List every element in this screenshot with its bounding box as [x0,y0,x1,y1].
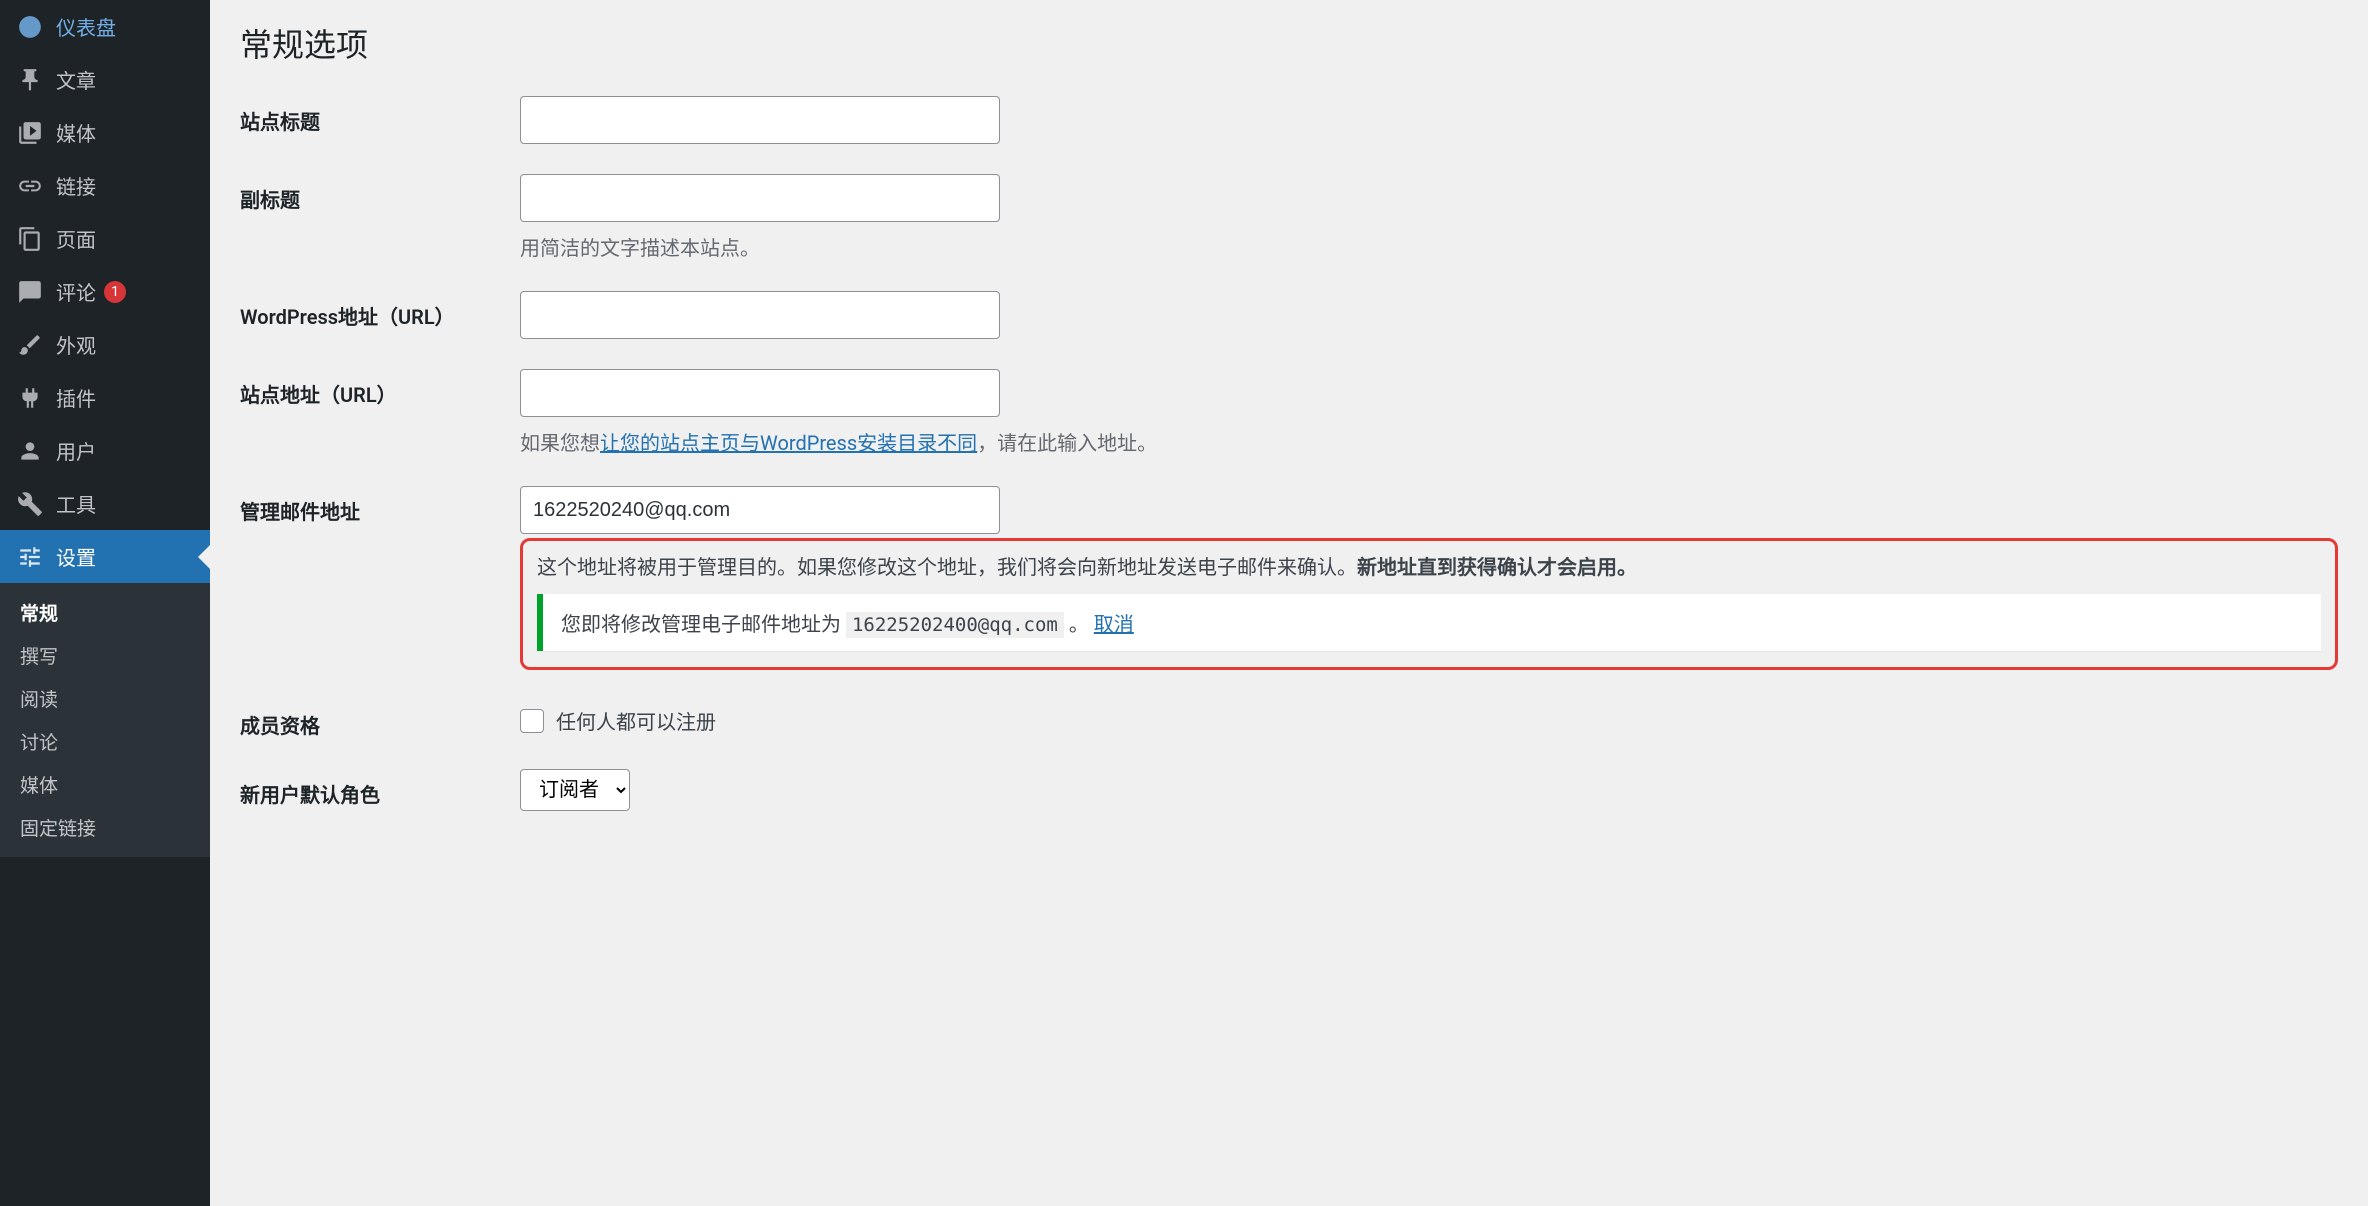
submenu-permalinks[interactable]: 固定链接 [0,806,210,849]
comment-icon [16,278,44,306]
admin-email-label: 管理邮件地址 [240,486,520,525]
settings-submenu: 常规 撰写 阅读 讨论 媒体 固定链接 [0,583,210,857]
submenu-discussion[interactable]: 讨论 [0,720,210,763]
site-title-label: 站点标题 [240,96,520,135]
sidebar-item-label: 媒体 [56,118,96,147]
admin-sidebar: 仪表盘 文章 媒体 链接 页面 评论 1 外观 [0,0,210,1206]
page-icon [16,225,44,253]
sidebar-item-dashboard[interactable]: 仪表盘 [0,0,210,53]
comment-count-badge: 1 [104,281,126,303]
sidebar-item-label: 外观 [56,330,96,359]
sidebar-item-comments[interactable]: 评论 1 [0,265,210,318]
sidebar-item-links[interactable]: 链接 [0,159,210,212]
sidebar-item-plugins[interactable]: 插件 [0,371,210,424]
sidebar-item-settings[interactable]: 设置 [0,530,210,583]
membership-checkbox[interactable] [520,709,544,733]
default-role-select[interactable]: 订阅者 [520,769,630,811]
site-url-input[interactable] [520,369,1000,417]
submenu-reading[interactable]: 阅读 [0,677,210,720]
brush-icon [16,331,44,359]
pending-email-code: 16225202400@qq.com [846,612,1064,638]
sidebar-item-tools[interactable]: 工具 [0,477,210,530]
dashboard-icon [16,13,44,41]
sidebar-item-label: 仪表盘 [56,12,116,41]
membership-checkbox-label: 任何人都可以注册 [556,706,716,735]
link-icon [16,172,44,200]
membership-checkbox-wrap[interactable]: 任何人都可以注册 [520,700,2338,735]
site-url-label: 站点地址（URL） [240,369,520,408]
admin-email-help: 这个地址将被用于管理目的。如果您修改这个地址，我们将会向新地址发送电子邮件来确认… [537,551,2321,580]
sidebar-item-media[interactable]: 媒体 [0,106,210,159]
cancel-email-change-link[interactable]: 取消 [1094,612,1134,636]
main-content: 常规选项 站点标题 副标题 用简洁的文字描述本站点。 WordPress地址（U… [210,0,2368,1206]
tagline-description: 用简洁的文字描述本站点。 [520,232,2338,261]
wp-url-label: WordPress地址（URL） [240,291,520,330]
sidebar-item-label: 设置 [56,542,96,571]
admin-email-input[interactable] [520,486,1000,534]
sidebar-item-label: 评论 [56,277,96,306]
settings-icon [16,543,44,571]
tagline-input[interactable] [520,174,1000,222]
submenu-media[interactable]: 媒体 [0,763,210,806]
submenu-writing[interactable]: 撰写 [0,634,210,677]
sidebar-item-label: 工具 [56,489,96,518]
sidebar-item-label: 用户 [56,436,96,465]
plug-icon [16,384,44,412]
sidebar-item-appearance[interactable]: 外观 [0,318,210,371]
admin-email-highlight: 这个地址将被用于管理目的。如果您修改这个地址，我们将会向新地址发送电子邮件来确认… [520,538,2338,670]
wrench-icon [16,490,44,518]
sidebar-item-label: 页面 [56,224,96,253]
wp-url-input[interactable] [520,291,1000,339]
membership-label: 成员资格 [240,700,520,739]
sidebar-item-users[interactable]: 用户 [0,424,210,477]
sidebar-item-label: 链接 [56,171,96,200]
sidebar-item-pages[interactable]: 页面 [0,212,210,265]
page-title: 常规选项 [240,20,2338,66]
site-title-input[interactable] [520,96,1000,144]
sidebar-item-label: 插件 [56,383,96,412]
user-icon [16,437,44,465]
sidebar-item-posts[interactable]: 文章 [0,53,210,106]
tagline-label: 副标题 [240,174,520,213]
submenu-general[interactable]: 常规 [0,591,210,634]
site-url-description: 如果您想让您的站点主页与WordPress安装目录不同，请在此输入地址。 [520,427,2338,456]
site-url-help-link[interactable]: 让您的站点主页与WordPress安装目录不同 [600,431,977,455]
admin-email-notice: 您即将修改管理电子邮件地址为 16225202400@qq.com 。 取消 [537,594,2321,651]
default-role-label: 新用户默认角色 [240,769,520,808]
sidebar-item-label: 文章 [56,65,96,94]
media-icon [16,119,44,147]
pin-icon [16,66,44,94]
